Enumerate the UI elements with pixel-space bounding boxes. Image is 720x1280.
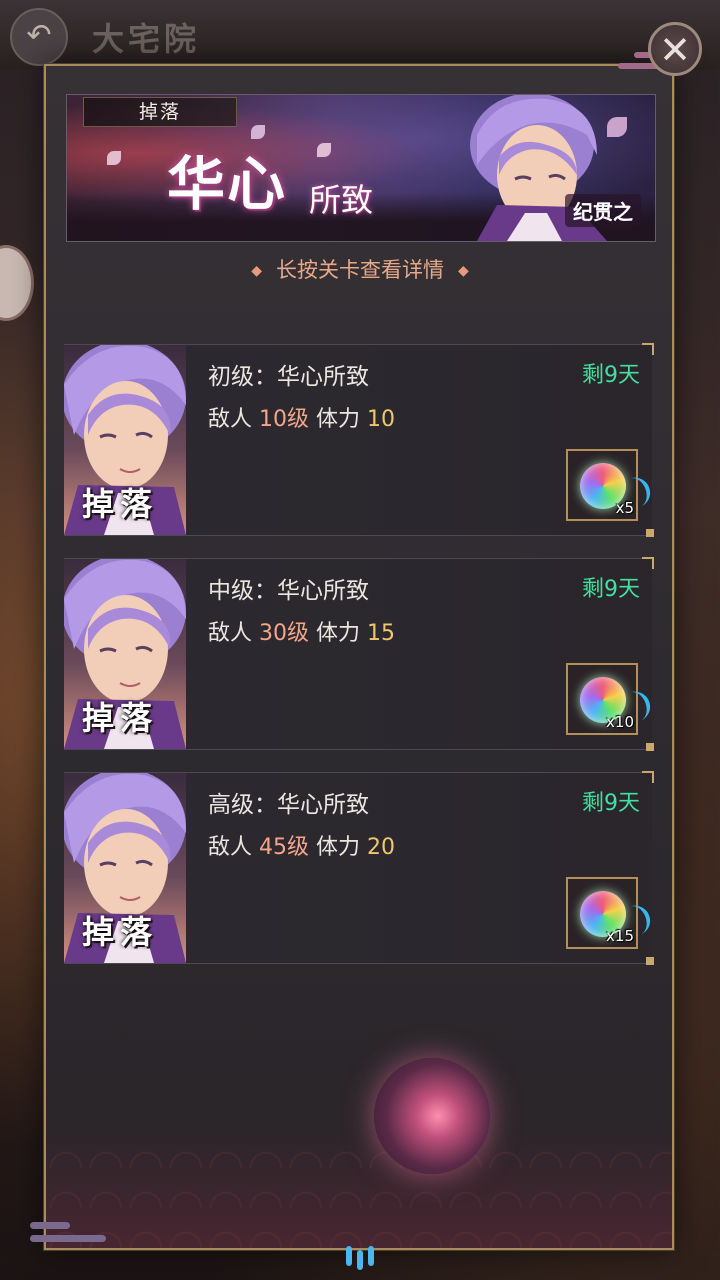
- reward-count: x5: [615, 499, 634, 517]
- enemy-level: 10级: [259, 407, 310, 432]
- petal-decoration: [107, 151, 121, 165]
- stage-card-advanced[interactable]: 掉落 高级：华心所致 剩9天 敌人 45级 体力 20 x15: [64, 771, 655, 965]
- back-arrow-icon: ↶: [26, 18, 52, 53]
- enemy-label: 敌人: [208, 621, 253, 646]
- back-button[interactable]: ↶: [10, 8, 68, 66]
- reward-item[interactable]: x10: [566, 663, 655, 735]
- stamina-label: 体力: [316, 407, 361, 432]
- days-left: 剩9天: [582, 577, 640, 602]
- reward-item[interactable]: x15: [566, 877, 655, 949]
- stage-name: 中级：华心所致: [208, 578, 369, 604]
- character-name: 纪贯之: [565, 194, 641, 227]
- drop-tag: 掉落: [82, 699, 159, 737]
- magic-orb-icon: [374, 1058, 490, 1174]
- banner-title: 华心: [167, 150, 288, 218]
- drop-tag: 掉落: [83, 97, 237, 127]
- stage-name: 高级：华心所致: [208, 792, 369, 818]
- stage-name: 初级：华心所致: [208, 364, 369, 390]
- event-banner: 掉落 华心 所致 纪贯之: [66, 94, 656, 242]
- stage-stats: 敌人 10级 体力 10: [208, 401, 395, 433]
- hint-label: 长按关卡查看详情: [276, 258, 444, 282]
- tassel-ornament: [346, 1234, 374, 1272]
- enemy-label: 敌人: [208, 835, 253, 860]
- stage-portrait: 掉落: [64, 773, 186, 963]
- stage-stats: 敌人 30级 体力 15: [208, 615, 395, 647]
- top-bar: ↶ 大宅院: [0, 0, 720, 70]
- close-icon: ✕: [659, 28, 691, 72]
- enemy-level: 30级: [259, 621, 310, 646]
- banner-subtitle: 所致: [309, 181, 374, 219]
- stamina-cost: 20: [367, 835, 396, 860]
- stamina-label: 体力: [316, 621, 361, 646]
- petal-decoration: [317, 143, 331, 157]
- reward-count: x15: [606, 927, 634, 945]
- enemy-level: 45级: [259, 835, 310, 860]
- stamina-cost: 10: [367, 407, 396, 432]
- stamina-cost: 15: [367, 621, 396, 646]
- stage-card-intermediate[interactable]: 掉落 中级：华心所致 剩9天 敌人 30级 体力 15 x10: [64, 557, 655, 751]
- stage-portrait: 掉落: [64, 559, 186, 749]
- stage-stats: 敌人 45级 体力 20: [208, 829, 395, 861]
- drop-tag: 掉落: [82, 485, 159, 523]
- diamond-icon: ◆: [251, 263, 262, 279]
- hint-text: ◆ 长按关卡查看详情 ◆: [0, 254, 720, 284]
- wave-pattern: [46, 1128, 672, 1248]
- stage-portrait: 掉落: [64, 345, 186, 535]
- diamond-icon: ◆: [458, 263, 469, 279]
- days-left: 剩9天: [582, 363, 640, 388]
- reward-item[interactable]: x5: [566, 449, 655, 521]
- screen-title: 大宅院: [92, 20, 201, 58]
- cloud-ornament-bottom: [30, 1222, 110, 1256]
- reward-count: x10: [606, 713, 634, 731]
- days-left: 剩9天: [582, 791, 640, 816]
- stamina-label: 体力: [316, 835, 361, 860]
- close-button[interactable]: ✕: [648, 22, 702, 76]
- enemy-label: 敌人: [208, 407, 253, 432]
- drop-tag: 掉落: [82, 913, 159, 951]
- stage-card-beginner[interactable]: 掉落 初级：华心所致 剩9天 敌人 10级 体力 10 x5: [64, 343, 655, 537]
